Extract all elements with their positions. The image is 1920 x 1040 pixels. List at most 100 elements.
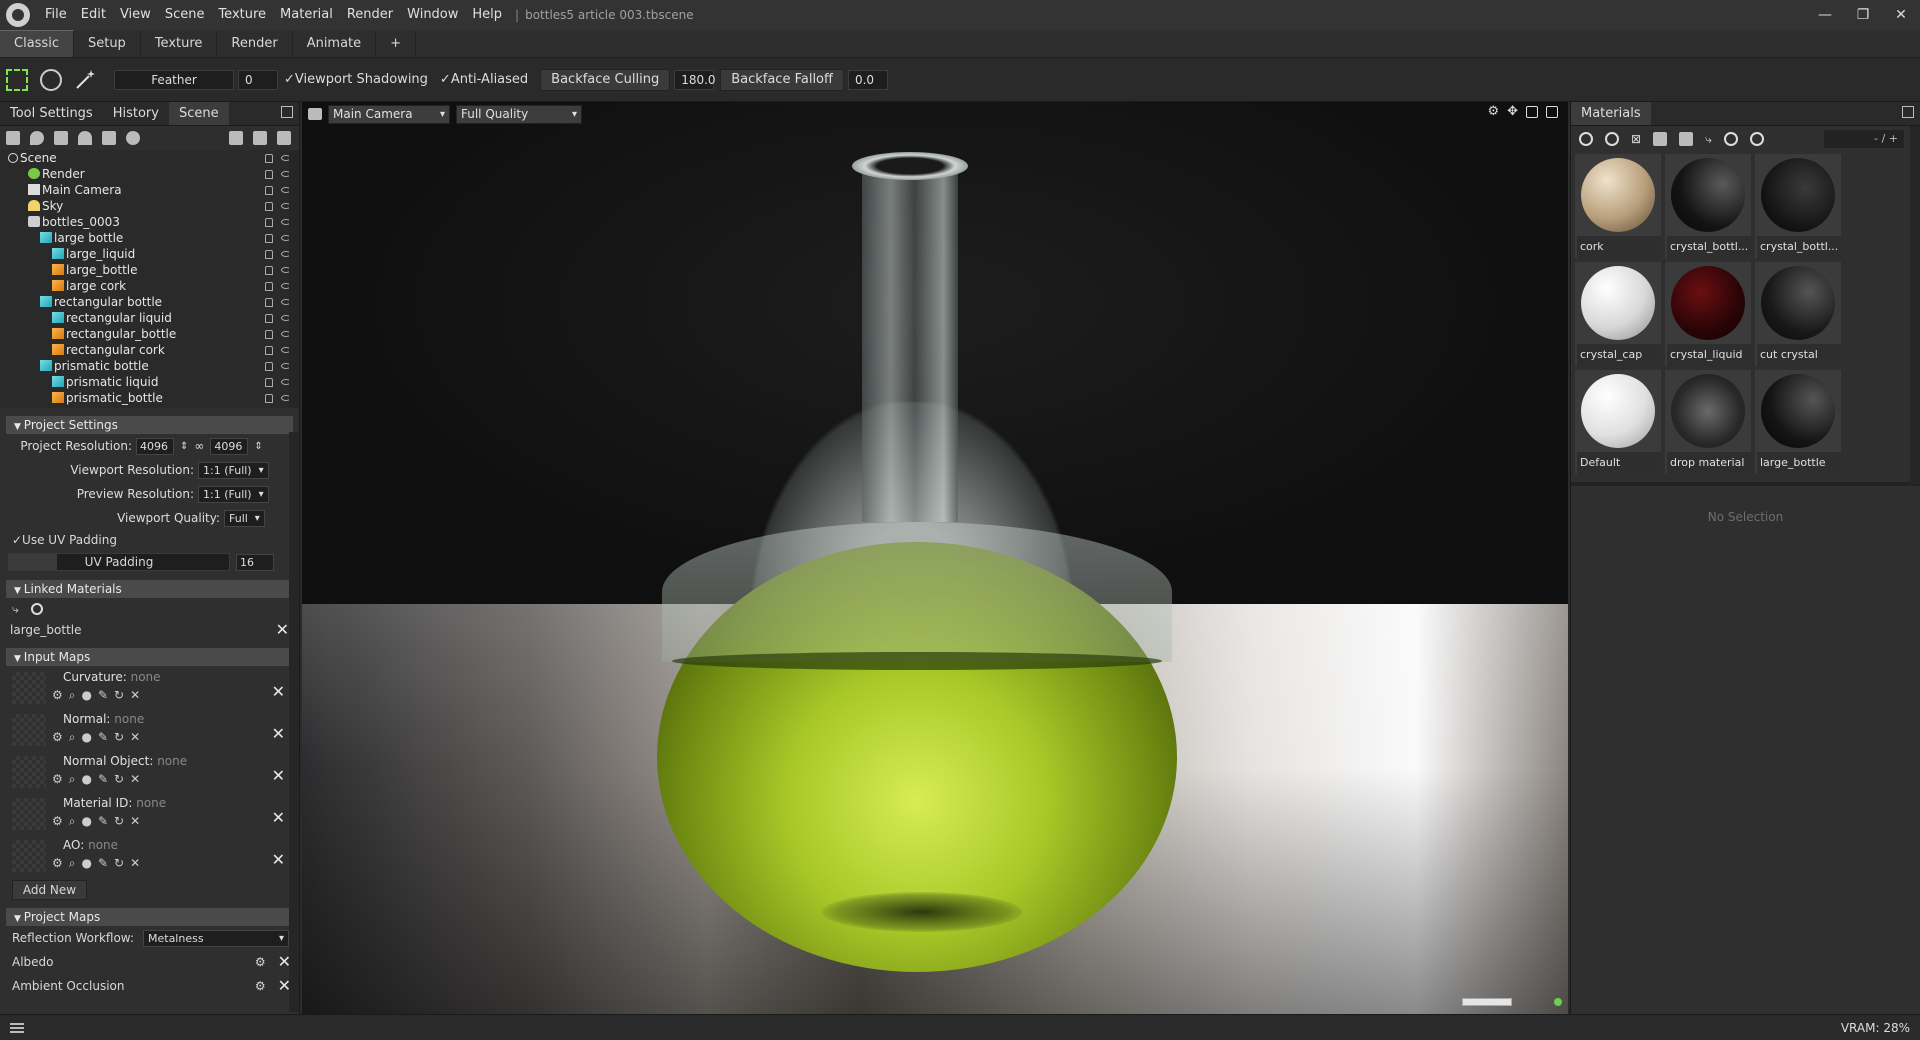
checker-icon[interactable]: ⊠ xyxy=(1631,132,1641,146)
remove-icon[interactable]: ✕ xyxy=(272,724,285,743)
search-icon[interactable]: ⌕ xyxy=(69,772,76,787)
gear-icon[interactable]: ⚙ xyxy=(255,979,266,993)
uv-padding-input[interactable]: 16 xyxy=(236,553,274,571)
gear-icon[interactable]: ⚙ xyxy=(1487,105,1499,118)
open-folder-icon[interactable] xyxy=(1653,132,1668,146)
add-light-icon[interactable] xyxy=(30,131,44,145)
menu-view[interactable]: View xyxy=(113,0,158,30)
gear-icon[interactable]: ⚙ xyxy=(52,814,63,829)
material-card[interactable]: crystal_liquid xyxy=(1665,262,1751,366)
input-maps-header[interactable]: Input Maps xyxy=(6,648,293,666)
viewport-shadowing-checkbox[interactable]: ✓Viewport Shadowing xyxy=(284,72,428,87)
tree-item-bottles-group[interactable]: bottles_0003 xyxy=(0,214,299,230)
tab-tool-settings[interactable]: Tool Settings xyxy=(0,102,103,125)
resolution-width-input[interactable]: 4096 xyxy=(136,437,174,455)
link-icon[interactable]: ∞ xyxy=(194,439,204,453)
clear-icon[interactable]: ✕ xyxy=(130,688,140,703)
material-card[interactable]: cut crystal xyxy=(1755,262,1841,366)
link-material-icon[interactable]: ⤷ xyxy=(12,602,19,617)
tree-item-prismatic-bottle-mesh[interactable]: prismatic_bottle xyxy=(0,390,299,406)
lock-icon[interactable] xyxy=(265,394,273,403)
menu-window[interactable]: Window xyxy=(400,0,465,30)
disable-icon[interactable] xyxy=(1749,132,1764,146)
refresh-icon[interactable]: ↻ xyxy=(114,688,124,703)
tab-render[interactable]: Render xyxy=(217,31,293,57)
map-thumbnail[interactable] xyxy=(12,798,46,830)
add-object-icon[interactable] xyxy=(6,131,20,145)
remove-icon[interactable]: ✕ xyxy=(272,766,285,785)
tab-animate[interactable]: Animate xyxy=(293,31,377,57)
gear-icon[interactable]: ⚙ xyxy=(52,772,63,787)
lock-icon[interactable] xyxy=(265,170,273,179)
camera-icon[interactable] xyxy=(308,108,322,120)
close-button[interactable]: ✕ xyxy=(1882,0,1920,30)
remove-icon[interactable]: ✕ xyxy=(272,808,285,827)
reflection-workflow-select[interactable]: Metalness xyxy=(143,929,289,947)
viewport-resolution-select[interactable]: 1:1 (Full) xyxy=(198,461,269,479)
menu-material[interactable]: Material xyxy=(273,0,340,30)
tree-item-scene[interactable]: Scene xyxy=(0,150,299,166)
bake-icon[interactable]: ● xyxy=(82,688,92,703)
panel-divider[interactable] xyxy=(1571,482,1920,486)
camera-select[interactable]: Main Camera xyxy=(328,104,450,124)
search-icon[interactable]: ⌕ xyxy=(69,856,76,871)
lock-icon[interactable] xyxy=(265,154,273,163)
lock-icon[interactable] xyxy=(265,330,273,339)
refresh-icon[interactable]: ↻ xyxy=(114,814,124,829)
delete-icon[interactable] xyxy=(277,131,291,145)
pencil-icon[interactable]: ✎ xyxy=(98,814,108,829)
tree-item-large-bottle[interactable]: large bottle xyxy=(0,230,299,246)
backface-culling-input[interactable]: 180.0 xyxy=(674,69,716,90)
project-maps-header[interactable]: Project Maps xyxy=(6,908,293,926)
add-material-from-preset-icon[interactable] xyxy=(1605,132,1619,146)
feather-input[interactable]: 0 xyxy=(238,69,278,90)
search-icon[interactable]: ⌕ xyxy=(69,688,76,703)
tab-history[interactable]: History xyxy=(103,102,169,125)
minimize-button[interactable]: — xyxy=(1806,0,1844,30)
menu-texture[interactable]: Texture xyxy=(211,0,273,30)
tree-item-main-camera[interactable]: Main Camera xyxy=(0,182,299,198)
clear-icon[interactable]: ✕ xyxy=(130,730,140,745)
clear-icon[interactable]: ✕ xyxy=(130,856,140,871)
use-uv-padding-checkbox[interactable]: ✓Use UV Padding xyxy=(0,530,299,550)
add-tab-button[interactable]: + xyxy=(376,31,417,57)
material-card[interactable]: cork xyxy=(1575,154,1661,258)
gear-icon[interactable]: ⚙ xyxy=(255,955,266,969)
uv-padding-slider[interactable]: UV Padding xyxy=(8,553,230,571)
remove-icon[interactable]: ✕ xyxy=(272,850,285,869)
lock-icon[interactable] xyxy=(265,298,273,307)
pencil-icon[interactable]: ✎ xyxy=(98,856,108,871)
project-settings-header[interactable]: Project Settings xyxy=(6,416,293,434)
tree-item-large-bottle-mesh[interactable]: large_bottle xyxy=(0,262,299,278)
material-card[interactable]: drop material xyxy=(1665,370,1751,474)
quality-select[interactable]: Full Quality xyxy=(456,104,582,124)
material-card[interactable]: Default xyxy=(1575,370,1661,474)
tree-item-large-liquid[interactable]: large_liquid xyxy=(0,246,299,262)
add-camera-icon[interactable] xyxy=(54,131,68,145)
add-sky-icon[interactable] xyxy=(78,131,92,145)
open-folder-icon[interactable] xyxy=(229,131,243,145)
gear-icon[interactable]: ⚙ xyxy=(52,688,63,703)
materials-scrollbar[interactable] xyxy=(1910,126,1920,484)
tree-item-rectangular-liquid[interactable]: rectangular liquid xyxy=(0,310,299,326)
link-material-icon[interactable]: ⤷ xyxy=(1705,132,1712,147)
bake-icon[interactable]: ● xyxy=(82,772,92,787)
duplicate-icon[interactable] xyxy=(253,131,267,145)
lock-icon[interactable] xyxy=(265,362,273,371)
add-icon[interactable] xyxy=(30,603,43,615)
tree-item-prismatic-liquid[interactable]: prismatic liquid xyxy=(0,374,299,390)
refresh-icon[interactable]: ↻ xyxy=(114,772,124,787)
material-card[interactable]: crystal_cap xyxy=(1575,262,1661,366)
linked-materials-header[interactable]: Linked Materials xyxy=(6,580,293,598)
move-icon[interactable]: ✥ xyxy=(1507,105,1518,118)
bake-icon[interactable]: ● xyxy=(82,814,92,829)
resolution-height-input[interactable]: 4096 xyxy=(210,437,249,455)
map-thumbnail[interactable] xyxy=(12,672,46,704)
bake-icon[interactable]: ● xyxy=(82,856,92,871)
tab-scene[interactable]: Scene xyxy=(168,102,229,125)
pencil-icon[interactable]: ✎ xyxy=(98,772,108,787)
add-material-icon[interactable] xyxy=(1579,132,1593,146)
maximize-icon[interactable] xyxy=(1526,106,1538,118)
spinner-icon[interactable]: ⇕ xyxy=(180,441,188,452)
lock-icon[interactable] xyxy=(265,234,273,243)
